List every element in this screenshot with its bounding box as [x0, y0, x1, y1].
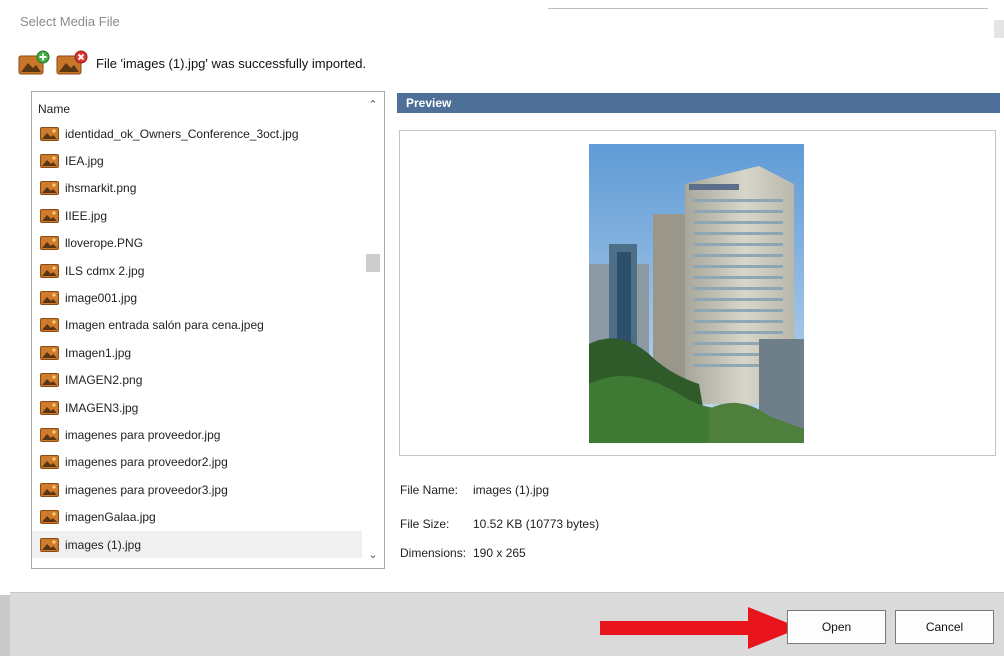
file-list-item[interactable]: imagenes para proveedor3.jpg [32, 476, 362, 503]
annotation-arrow-icon [600, 607, 800, 649]
preview-panel [399, 130, 996, 456]
file-list-item[interactable]: Imagen entrada salón para cena.jpeg [32, 312, 362, 339]
file-list-item-label: imagenes para proveedor.jpg [65, 427, 221, 442]
list-column-header-name[interactable]: Name [38, 102, 70, 116]
image-file-icon [40, 400, 59, 415]
file-list-item[interactable]: images (1).jpg [32, 530, 362, 559]
preview-image [589, 144, 804, 443]
image-file-icon [40, 236, 59, 251]
file-list-item-label: imagenes para proveedor3.jpg [65, 482, 228, 497]
dimensions-label: Dimensions: [400, 546, 467, 560]
file-list-scrollbar[interactable]: ⌃ ⌄ [362, 92, 384, 568]
dialog-title: Select Media File [20, 14, 120, 29]
image-file-icon [40, 345, 59, 360]
remove-image-icon [56, 50, 88, 75]
image-file-icon [40, 510, 59, 525]
file-list-item[interactable]: identidad_ok_Owners_Conference_3oct.jpg [32, 120, 362, 147]
file-list-item-label: imagenGalaa.jpg [65, 510, 156, 525]
scroll-down-icon[interactable]: ⌄ [362, 544, 384, 566]
add-image-button[interactable] [18, 49, 50, 77]
file-list-item[interactable]: IIEE.jpg [32, 202, 362, 229]
file-list-item[interactable]: Imagen1.jpg [32, 339, 362, 366]
image-file-icon [40, 126, 59, 141]
file-list-item-label: ihsmarkit.png [65, 181, 137, 196]
preview-header: Preview [397, 93, 1000, 113]
scroll-up-icon[interactable]: ⌃ [362, 94, 384, 116]
cancel-button[interactable]: Cancel [895, 610, 994, 644]
file-list-item[interactable]: imagenes para proveedor2.jpg [32, 449, 362, 476]
file-list-item-label: Imagen entrada salón para cena.jpeg [65, 318, 264, 333]
file-list-item[interactable]: IEA.jpg [32, 147, 362, 174]
dimensions-value: 190 x 265 [473, 546, 526, 560]
file-list-item[interactable]: image001.jpg [32, 284, 362, 311]
scroll-thumb[interactable] [366, 254, 380, 272]
file-list-item[interactable]: IMAGEN3.jpg [32, 394, 362, 421]
image-file-icon [40, 482, 59, 497]
left-edge-shadow [0, 595, 10, 656]
file-list-item-label: Imagen1.jpg [65, 345, 132, 360]
import-status-message: File 'images (1).jpg' was successfully i… [96, 55, 367, 71]
file-list-item[interactable]: ihsmarkit.png [32, 175, 362, 202]
file-name-label: File Name: [400, 483, 459, 497]
image-file-icon [40, 537, 59, 552]
file-list-item-label: lloverope.PNG [65, 236, 144, 251]
file-list-item[interactable]: imagenes para proveedor.jpg [32, 421, 362, 448]
remove-image-button[interactable] [56, 49, 88, 77]
file-list-item-label: images (1).jpg [65, 537, 142, 552]
toolbar: File 'images (1).jpg' was successfully i… [18, 49, 366, 77]
hotel-photo [589, 144, 804, 443]
image-file-icon [40, 154, 59, 169]
image-file-icon [40, 291, 59, 306]
image-file-icon [40, 455, 59, 470]
add-image-icon [18, 50, 50, 75]
image-file-icon [40, 427, 59, 442]
file-list-item-label: image001.jpg [65, 291, 138, 306]
file-rows: identidad_ok_Owners_Conference_3oct.jpg I… [32, 120, 362, 559]
image-file-icon [40, 263, 59, 278]
file-list-item[interactable]: lloverope.PNG [32, 230, 362, 257]
image-file-icon [40, 373, 59, 388]
image-file-icon [40, 318, 59, 333]
file-list-item-label: IMAGEN3.jpg [65, 400, 139, 415]
file-list-item-label: IMAGEN2.png [65, 373, 143, 388]
file-list-item[interactable]: IMAGEN2.png [32, 367, 362, 394]
file-list[interactable]: Name identidad_ok_Owners_Conference_3oct… [31, 91, 385, 569]
file-list-item-label: imagenes para proveedor2.jpg [65, 455, 228, 470]
file-list-item[interactable]: imagenGalaa.jpg [32, 503, 362, 530]
open-button[interactable]: Open [787, 610, 886, 644]
file-name-value: images (1).jpg [473, 483, 550, 497]
file-list-item-label: IIEE.jpg [65, 208, 108, 223]
file-list-item[interactable]: ILS cdmx 2.jpg [32, 257, 362, 284]
file-list-item-label: ILS cdmx 2.jpg [65, 263, 145, 278]
file-list-item-label: IEA.jpg [65, 154, 104, 169]
window-scroll-nub [994, 20, 1004, 38]
file-size-value: 10.52 KB (10773 bytes) [473, 517, 600, 531]
file-list-item-label: identidad_ok_Owners_Conference_3oct.jpg [65, 126, 299, 141]
title-divider [548, 8, 988, 9]
file-size-label: File Size: [400, 517, 450, 531]
image-file-icon [40, 181, 59, 196]
image-file-icon [40, 208, 59, 223]
